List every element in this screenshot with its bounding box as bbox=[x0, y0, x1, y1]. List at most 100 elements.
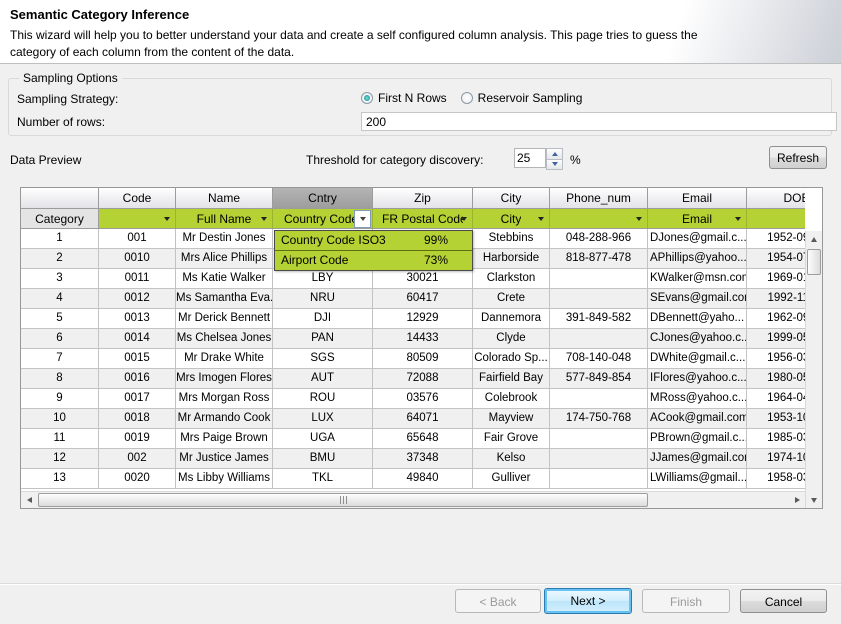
radio-reservoir-label: Reservoir Sampling bbox=[478, 91, 583, 105]
row-number: 6 bbox=[21, 329, 99, 348]
table-cell-cntry: UGA bbox=[273, 429, 373, 448]
table-cell-email: IFlores@yahoo.c... bbox=[648, 369, 747, 388]
spinner-down-button[interactable] bbox=[546, 160, 563, 171]
radio-unselected-icon[interactable] bbox=[461, 92, 473, 104]
category-cell-email[interactable]: Email bbox=[648, 209, 747, 229]
table-cell-name: Mr Justice James bbox=[176, 449, 273, 468]
table-cell-phone_num: 577-849-854 bbox=[550, 369, 648, 388]
table-cell-name: Mr Drake White bbox=[176, 349, 273, 368]
category-cell-cntry[interactable]: Country Code ISO3 bbox=[273, 209, 373, 229]
scroll-right-button[interactable] bbox=[789, 492, 805, 508]
sampling-strategy-radios: First N Rows Reservoir Sampling bbox=[361, 91, 582, 105]
table-cell-cntry: AUT bbox=[273, 369, 373, 388]
table-cell-zip: 72088 bbox=[373, 369, 473, 388]
spinner-up-button[interactable] bbox=[546, 148, 563, 160]
table-cell-dob: 1956-03-21 bbox=[747, 349, 805, 368]
table-cell-phone_num bbox=[550, 449, 648, 468]
category-cell-name[interactable]: Full Name bbox=[176, 209, 273, 229]
table-cell-dob: 1969-01-01 bbox=[747, 269, 805, 288]
table-cell-cntry: ROU bbox=[273, 389, 373, 408]
refresh-button[interactable]: Refresh bbox=[769, 146, 827, 169]
table-row: 50013Mr Derick BennettDJI12929Dannemora3… bbox=[21, 309, 805, 329]
column-header-name[interactable]: Name bbox=[176, 188, 273, 209]
table-cell-dob: 1964-04-25 bbox=[747, 389, 805, 408]
table-cell-code: 0013 bbox=[99, 309, 176, 328]
scroll-left-icon bbox=[27, 497, 32, 503]
table-cell-dob: 1962-09-17 bbox=[747, 309, 805, 328]
cancel-button[interactable]: Cancel bbox=[740, 589, 827, 613]
table-cell-code: 0020 bbox=[99, 469, 176, 488]
category-value: Full Name bbox=[197, 209, 252, 229]
table-cell-code: 002 bbox=[99, 449, 176, 468]
row-number: 2 bbox=[21, 249, 99, 268]
threshold-input[interactable] bbox=[514, 148, 546, 168]
vertical-scrollbar-thumb[interactable] bbox=[807, 249, 821, 275]
table-cell-cntry: BMU bbox=[273, 449, 373, 468]
column-header-city[interactable]: City bbox=[473, 188, 550, 209]
number-of-rows-input[interactable] bbox=[361, 112, 837, 131]
table-cell-zip: 03576 bbox=[373, 389, 473, 408]
horizontal-scrollbar-thumb[interactable] bbox=[38, 493, 648, 507]
table-cell-email: LWilliams@gmail... bbox=[648, 469, 747, 488]
table-cell-cntry: LBY bbox=[273, 269, 373, 288]
radio-selected-icon[interactable] bbox=[361, 92, 373, 104]
table-cell-email: CJones@yahoo.c... bbox=[648, 329, 747, 348]
column-header-code[interactable]: Code bbox=[99, 188, 176, 209]
table-cell-city: Fairfield Bay bbox=[473, 369, 550, 388]
table-cell-city: Kelso bbox=[473, 449, 550, 468]
table-cell-name: Ms Libby Williams bbox=[176, 469, 273, 488]
table-cell-zip: 12929 bbox=[373, 309, 473, 328]
next-button[interactable]: Next > bbox=[544, 588, 632, 614]
category-row-label: Category bbox=[21, 209, 99, 229]
table-cell-dob: 1980-05-31 bbox=[747, 369, 805, 388]
category-cell-dob[interactable] bbox=[747, 209, 805, 229]
table-row: 80016Mrs Imogen FloresAUT72088Fairfield … bbox=[21, 369, 805, 389]
table-cell-name: Mr Destin Jones bbox=[176, 229, 273, 248]
category-cell-code[interactable] bbox=[99, 209, 176, 229]
category-cell-phone_num[interactable] bbox=[550, 209, 648, 229]
popup-item-label: Airport Code bbox=[281, 251, 348, 270]
column-header-phone_num[interactable]: Phone_num bbox=[550, 188, 648, 209]
category-cell-city[interactable]: City bbox=[473, 209, 550, 229]
table-cell-dob: 1985-03-25 bbox=[747, 429, 805, 448]
popup-item[interactable]: Airport Code73% bbox=[275, 251, 472, 270]
chevron-down-icon bbox=[360, 217, 366, 221]
column-header-dob[interactable]: DOB bbox=[747, 188, 805, 209]
category-dropdown-popup: Country Code ISO3 99%Airport Code73% bbox=[274, 230, 473, 271]
finish-button[interactable]: Finish bbox=[642, 589, 730, 613]
back-button[interactable]: < Back bbox=[455, 589, 541, 613]
table-row: 30011Ms Katie WalkerLBY30021ClarkstonKWa… bbox=[21, 269, 805, 289]
table-cell-zip: 65648 bbox=[373, 429, 473, 448]
category-cell-zip[interactable]: FR Postal Code bbox=[373, 209, 473, 229]
table-cell-city: Colebrook bbox=[473, 389, 550, 408]
table-row: 110019Mrs Paige BrownUGA65648Fair GroveP… bbox=[21, 429, 805, 449]
table-cell-cntry: PAN bbox=[273, 329, 373, 348]
table-cell-city: Colorado Sp... bbox=[473, 349, 550, 368]
scroll-up-button[interactable] bbox=[806, 231, 822, 247]
category-combo-button[interactable] bbox=[354, 210, 371, 228]
popup-item[interactable]: Country Code ISO3 99% bbox=[275, 231, 472, 251]
scroll-left-button[interactable] bbox=[21, 492, 37, 508]
spinner-up-icon bbox=[552, 152, 558, 156]
page-description: This wizard will help you to better unde… bbox=[10, 27, 726, 62]
radio-first-n-rows[interactable]: First N Rows bbox=[361, 91, 447, 105]
table-cell-email: KWalker@msn.com bbox=[648, 269, 747, 288]
row-number: 9 bbox=[21, 389, 99, 408]
dropdown-arrow-icon bbox=[164, 217, 170, 221]
scroll-down-button[interactable] bbox=[806, 492, 822, 508]
horizontal-scrollbar[interactable] bbox=[21, 491, 805, 508]
table-cell-dob: 1999-05-28 bbox=[747, 329, 805, 348]
table-cell-email: DWhite@gmail.c... bbox=[648, 349, 747, 368]
row-number: 13 bbox=[21, 469, 99, 488]
column-header-cntry[interactable]: Cntry bbox=[273, 188, 373, 209]
column-header-email[interactable]: Email bbox=[648, 188, 747, 209]
column-header-zip[interactable]: Zip bbox=[373, 188, 473, 209]
table-cell-email: APhillips@yahoo... bbox=[648, 249, 747, 268]
page-title: Semantic Category Inference bbox=[10, 7, 189, 22]
vertical-scrollbar[interactable] bbox=[805, 231, 822, 508]
table-cell-phone_num bbox=[550, 289, 648, 308]
popup-item-confidence: 99% bbox=[424, 231, 448, 250]
table-cell-name: Ms Katie Walker bbox=[176, 269, 273, 288]
radio-reservoir-sampling[interactable]: Reservoir Sampling bbox=[461, 91, 583, 105]
popup-item-label: Country Code ISO3 bbox=[281, 231, 386, 250]
